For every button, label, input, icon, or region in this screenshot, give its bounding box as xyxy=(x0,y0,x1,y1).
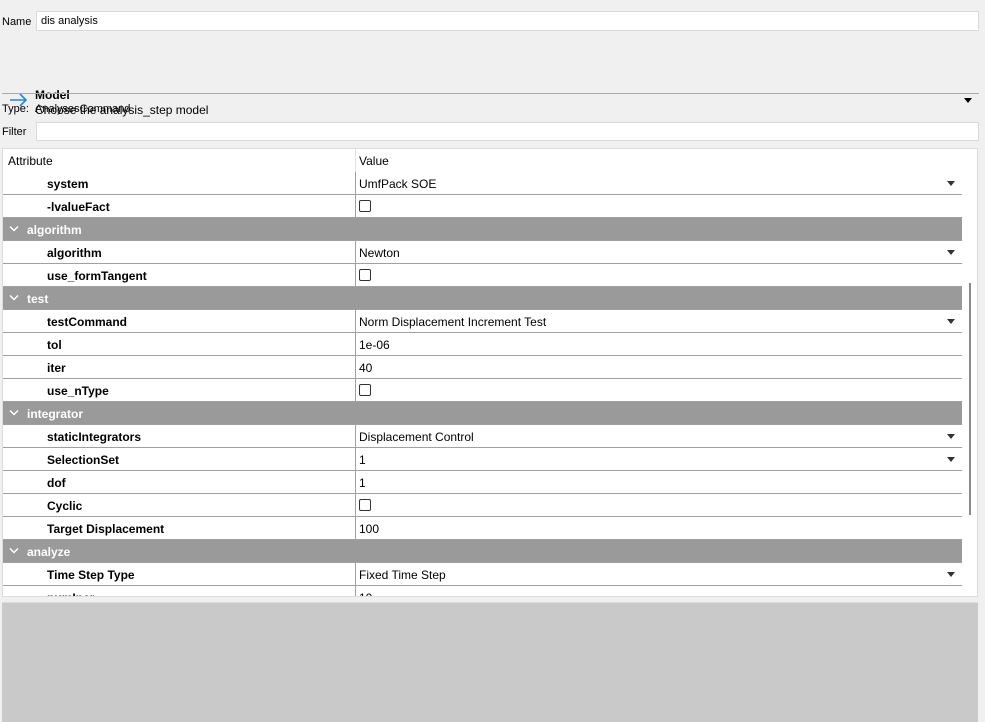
name-label: Name xyxy=(2,16,32,28)
table-row[interactable]: -lvalueFact xyxy=(3,195,962,218)
value-cell[interactable]: Displacement Control xyxy=(359,430,474,444)
cell-divider xyxy=(355,195,356,217)
attribute-name: staticIntegrators xyxy=(47,430,142,444)
table-row[interactable]: tol 1e-06 xyxy=(3,333,962,356)
property-grid[interactable]: Attribute Value system UmfPack SOE -lvalue… xyxy=(2,148,978,597)
group-title: algorithm xyxy=(27,223,82,237)
attribute-name: dof xyxy=(47,476,66,490)
cell-divider xyxy=(355,494,356,516)
table-row[interactable]: use_formTangent xyxy=(3,264,962,287)
group-title: integrator xyxy=(27,407,84,421)
attribute-name: use_formTangent xyxy=(47,269,147,283)
cell-divider xyxy=(355,310,356,332)
attribute-name: Cyclic xyxy=(47,499,83,513)
table-row[interactable]: numIncr 10 xyxy=(3,586,962,596)
model-title: Model xyxy=(35,88,70,102)
attribute-name: testCommand xyxy=(47,315,128,329)
cell-divider xyxy=(355,264,356,286)
table-row[interactable]: Cyclic xyxy=(3,494,962,517)
cell-divider xyxy=(355,586,356,596)
table-row[interactable]: system UmfPack SOE xyxy=(3,172,962,195)
group-header-integrator[interactable]: integrator xyxy=(3,402,962,425)
dropdown-arrow-icon[interactable] xyxy=(947,457,955,463)
table-row[interactable]: SelectionSet 1 xyxy=(3,448,962,471)
group-header-analyze[interactable]: analyze xyxy=(3,540,962,563)
dropdown-arrow-icon[interactable] xyxy=(947,319,955,325)
value-cell[interactable]: 1e-06 xyxy=(359,338,390,352)
table-row[interactable]: Time Step Type Fixed Time Step xyxy=(3,563,962,586)
grid-header: Attribute Value xyxy=(3,149,962,173)
value-checkbox[interactable] xyxy=(359,200,371,212)
value-cell[interactable]: 10 xyxy=(359,591,372,596)
cell-divider xyxy=(355,379,356,401)
table-row[interactable]: use_nType xyxy=(3,379,962,402)
value-checkbox[interactable] xyxy=(359,499,371,511)
grid-rows: system UmfPack SOE -lvalueFact algorithm alg… xyxy=(3,172,962,596)
chevron-down-icon[interactable] xyxy=(9,409,19,417)
attribute-name: SelectionSet xyxy=(47,453,120,467)
value-cell[interactable]: Newton xyxy=(359,246,400,260)
value-cell[interactable]: 1 xyxy=(359,476,366,490)
value-cell[interactable]: Norm Displacement Increment Test xyxy=(359,315,546,329)
dropdown-arrow-icon[interactable] xyxy=(947,250,955,256)
value-cell[interactable]: UmfPack SOE xyxy=(359,177,436,191)
group-title: test xyxy=(27,292,49,306)
type-label: Type: xyxy=(2,103,29,115)
cell-divider xyxy=(355,172,356,194)
model-selector[interactable]: Model Choose the analysis_step model xyxy=(0,40,985,117)
name-input[interactable] xyxy=(36,11,979,31)
filter-input[interactable] xyxy=(36,122,979,141)
cell-divider xyxy=(355,241,356,263)
attribute-name: Time Step Type xyxy=(47,568,135,582)
filter-label: Filter xyxy=(2,126,27,138)
cell-divider xyxy=(355,471,356,493)
cell-divider xyxy=(355,448,356,470)
attribute-name: numIncr xyxy=(47,591,94,596)
attribute-name: iter xyxy=(47,361,66,375)
table-row[interactable]: dof 1 xyxy=(3,471,962,494)
column-header-attribute[interactable]: Attribute xyxy=(8,154,53,168)
scrollbar-thumb[interactable] xyxy=(969,283,971,515)
column-header-value[interactable]: Value xyxy=(359,154,389,168)
cell-divider xyxy=(355,356,356,378)
group-title: analyze xyxy=(27,545,71,559)
dropdown-arrow-icon[interactable] xyxy=(947,434,955,440)
group-header-algorithm[interactable]: algorithm xyxy=(3,218,962,241)
group-header-test[interactable]: test xyxy=(3,287,962,310)
table-row[interactable]: testCommand Norm Displacement Increment T… xyxy=(3,310,962,333)
attribute-name: Target Displacement xyxy=(47,522,165,536)
value-cell[interactable]: Fixed Time Step xyxy=(359,568,446,582)
cell-divider xyxy=(355,563,356,585)
attribute-name: -lvalueFact xyxy=(47,200,110,214)
vertical-scrollbar[interactable] xyxy=(962,149,977,596)
table-row[interactable]: Target Displacement 100 xyxy=(3,517,962,540)
chevron-down-icon[interactable] xyxy=(9,547,19,555)
attribute-name: tol xyxy=(47,338,62,352)
attribute-name: system xyxy=(47,177,89,191)
attribute-name: algorithm xyxy=(47,246,102,260)
attribute-name: use_nType xyxy=(47,384,109,398)
table-row[interactable]: staticIntegrators Displacement Control xyxy=(3,425,962,448)
cell-divider xyxy=(355,425,356,447)
table-row[interactable]: iter 40 xyxy=(3,356,962,379)
dropdown-arrow-icon[interactable] xyxy=(947,181,955,187)
value-checkbox[interactable] xyxy=(359,384,371,396)
triangle-down-icon[interactable] xyxy=(963,95,973,105)
value-cell[interactable]: 40 xyxy=(359,361,372,375)
value-cell[interactable]: 1 xyxy=(359,453,366,467)
type-value: AnalysesCommand xyxy=(35,103,131,115)
dropdown-arrow-icon[interactable] xyxy=(947,572,955,578)
value-checkbox[interactable] xyxy=(359,269,371,281)
chevron-down-icon[interactable] xyxy=(9,294,19,302)
column-divider[interactable] xyxy=(355,149,356,173)
cell-divider xyxy=(355,517,356,539)
cell-divider xyxy=(355,333,356,355)
value-cell[interactable]: 100 xyxy=(359,522,379,536)
description-panel xyxy=(2,602,978,722)
separator xyxy=(2,93,979,94)
chevron-down-icon[interactable] xyxy=(9,225,19,233)
table-row[interactable]: algorithm Newton xyxy=(3,241,962,264)
